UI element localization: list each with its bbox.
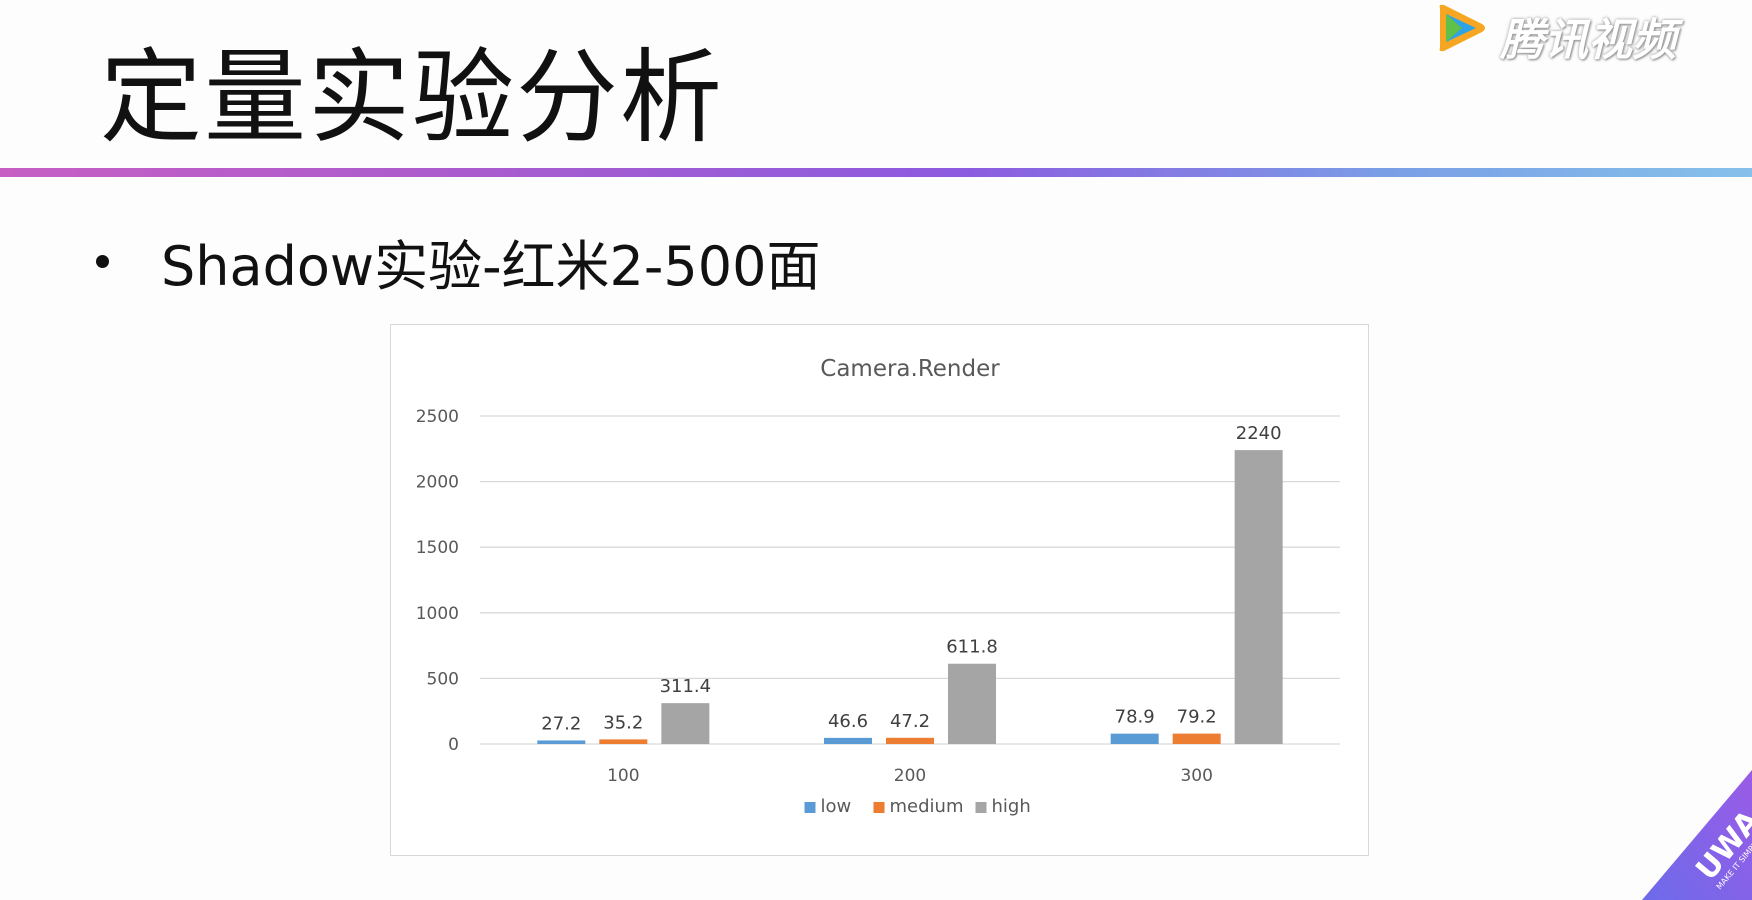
data-label: 35.2	[603, 712, 643, 733]
data-label: 2240	[1236, 423, 1282, 444]
bar-chart: Camera.Render 0 500 1000 1500 2000 2500 27.2 35.…	[416, 356, 1340, 817]
data-label: 46.6	[828, 711, 868, 732]
bullet-text: Shadow实验-红米2-500面	[161, 235, 821, 298]
legend-label-high: high	[992, 796, 1031, 817]
bar-high	[661, 703, 710, 744]
bar-low	[537, 740, 586, 744]
bar-medium	[886, 737, 934, 744]
legend-swatch-low	[804, 802, 816, 813]
data-label: 78.9	[1115, 707, 1155, 728]
brand-logo-text: 腾讯视频	[1500, 15, 1676, 66]
chart-title: Camera.Render	[820, 356, 1000, 382]
uwa-badge: UWA MAKE IT SIMPLE	[1642, 770, 1752, 900]
x-tick-label: 300	[1180, 766, 1212, 786]
y-tick-label: 2500	[416, 407, 459, 427]
title-divider	[0, 168, 1752, 177]
data-label: 611.8	[946, 637, 998, 658]
bar-medium	[599, 739, 648, 744]
legend-swatch-medium	[873, 802, 885, 813]
slide-title: 定量实验分析	[100, 39, 724, 158]
chart-container: Camera.Render 0 500 1000 1500 2000 2500 27.2 35.…	[390, 324, 1369, 856]
data-label: 311.4	[660, 676, 712, 697]
y-tick-label: 0	[448, 735, 459, 755]
data-label: 79.2	[1177, 707, 1217, 728]
bar-medium	[1172, 733, 1221, 744]
y-tick-label: 1000	[416, 604, 459, 624]
legend-label-medium: medium	[890, 796, 964, 817]
y-tick-label: 500	[427, 669, 459, 689]
bullet-item: Shadow实验-红米2-500面	[96, 222, 820, 301]
bar-high	[948, 663, 996, 744]
x-tick-label: 200	[894, 766, 926, 786]
legend-swatch-high	[975, 802, 987, 813]
bullet-icon	[96, 255, 109, 268]
x-tick-label: 100	[607, 766, 639, 786]
y-tick-label: 1500	[416, 538, 459, 558]
tencent-video-logo: 腾讯视频	[1432, 2, 1742, 66]
data-label: 47.2	[890, 711, 930, 732]
bar-low	[824, 737, 872, 744]
legend-label-low: low	[821, 796, 852, 817]
play-icon	[1439, 4, 1485, 52]
data-label: 27.2	[541, 713, 581, 734]
bar-low	[1110, 733, 1159, 744]
bar-high	[1234, 450, 1283, 744]
y-tick-label: 2000	[416, 473, 459, 493]
